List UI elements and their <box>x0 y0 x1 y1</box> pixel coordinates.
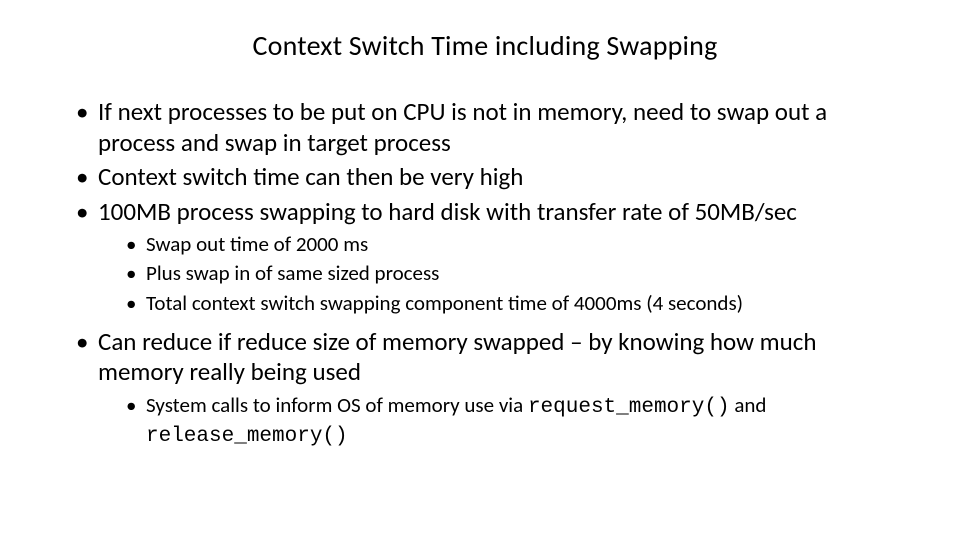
bullet-list-level2: System calls to inform OS of memory use … <box>98 392 900 451</box>
bullet-item: 100MB process swapping to hard disk with… <box>70 197 900 317</box>
sub-bullet-text: Swap out time of 2000 ms <box>146 231 368 257</box>
sub-bullet-item: Swap out time of 2000 ms <box>124 231 900 258</box>
slide-title: Context Switch Time including Swapping <box>70 28 900 63</box>
code-snippet: request_memory() <box>528 396 730 419</box>
sub-bullet-text-prefix: System calls to inform OS of memory use … <box>146 392 528 418</box>
bullet-list-level1: If next processes to be put on CPU is no… <box>70 97 900 450</box>
sub-bullet-item: Total context switch swapping component … <box>124 290 900 317</box>
bullet-text: If next processes to be put on CPU is no… <box>98 96 827 158</box>
slide: Context Switch Time including Swapping I… <box>0 0 960 540</box>
bullet-list-level2: Swap out time of 2000 ms Plus swap in of… <box>98 231 900 317</box>
bullet-item: If next processes to be put on CPU is no… <box>70 97 900 158</box>
sub-bullet-item: Plus swap in of same sized process <box>124 260 900 287</box>
sub-bullet-text: Plus swap in of same sized process <box>146 260 439 286</box>
sub-bullet-text: Total context switch swapping component … <box>146 290 743 316</box>
bullet-item: Can reduce if reduce size of memory swap… <box>70 327 900 451</box>
code-snippet: release_memory() <box>146 425 348 448</box>
bullet-item: Context switch time can then be very hig… <box>70 162 900 193</box>
bullet-text: Context switch time can then be very hig… <box>98 161 523 192</box>
bullet-text: Can reduce if reduce size of memory swap… <box>98 326 816 388</box>
bullet-text: 100MB process swapping to hard disk with… <box>98 196 797 227</box>
sub-bullet-item: System calls to inform OS of memory use … <box>124 392 900 451</box>
sub-bullet-text-mid: and <box>730 392 767 418</box>
